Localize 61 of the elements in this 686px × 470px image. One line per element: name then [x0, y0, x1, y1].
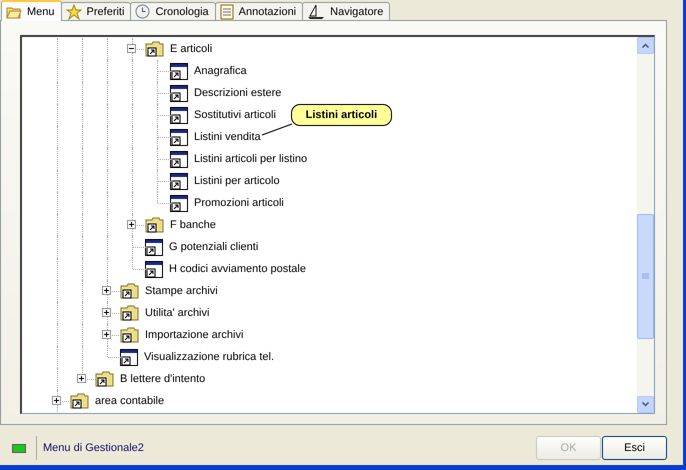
window-shortcut-icon [170, 62, 188, 80]
window-shortcut-icon [170, 84, 188, 102]
callout: Listini articoli [290, 104, 392, 126]
expand-toggle[interactable] [102, 286, 111, 295]
folder-shortcut-icon [95, 371, 114, 387]
tree-item[interactable]: H codici avviamento postale [169, 263, 306, 275]
clock-icon [135, 4, 150, 19]
expand-toggle[interactable] [52, 396, 61, 405]
sailboat-icon [307, 4, 326, 20]
star-icon [66, 4, 82, 20]
status-indicator-icon [12, 444, 26, 452]
tab[interactable]: Cronologia [130, 2, 216, 21]
window-shortcut-icon [120, 348, 138, 366]
folder-shortcut-icon [120, 327, 139, 343]
tree-item[interactable]: Utilita' archivi [145, 307, 210, 319]
tree-item[interactable]: Sostitutivi articoli [194, 109, 276, 121]
leader-line [260, 123, 293, 137]
chevron-up-icon [642, 43, 649, 48]
tree-item[interactable]: E articoli [170, 43, 212, 55]
expand-toggle[interactable] [127, 220, 136, 229]
tab[interactable]: Navigatore [302, 2, 390, 21]
folder-icon [6, 4, 22, 18]
window-shortcut-icon [145, 260, 163, 278]
tab[interactable]: Preferiti [60, 2, 132, 21]
expand-toggle[interactable] [127, 44, 136, 53]
tab[interactable]: Menu [1, 0, 62, 21]
window-shortcut-icon [170, 106, 188, 124]
tree-item[interactable]: Descrizioni estere [194, 87, 282, 99]
window-shortcut-icon [170, 150, 188, 168]
scroll-down-button[interactable] [637, 396, 654, 413]
expand-toggle[interactable] [102, 330, 111, 339]
tree-item[interactable]: Stampe archivi [145, 285, 218, 297]
dialog-button[interactable]: Esci [602, 436, 667, 460]
window-shortcut-icon [170, 172, 188, 190]
window-shortcut-icon [170, 194, 188, 212]
tree-item[interactable]: F banche [170, 219, 216, 231]
window-shortcut-icon [145, 238, 163, 256]
chevron-down-icon [642, 402, 649, 407]
grip-icon [642, 273, 649, 280]
folder-shortcut-icon [120, 283, 139, 299]
clipboard-icon [220, 4, 234, 20]
scroll-up-button[interactable] [637, 37, 654, 54]
scrollbar-thumb[interactable] [637, 214, 654, 339]
folder-shortcut-icon [145, 41, 164, 57]
tree-item[interactable]: Anagrafica [194, 65, 247, 77]
tree-item[interactable]: Importazione archivi [145, 329, 244, 341]
folder-shortcut-icon [120, 305, 139, 321]
tab[interactable]: Annotazioni [214, 2, 304, 21]
tree-item[interactable]: B lettere d'intento [120, 373, 206, 385]
tree-item[interactable]: Listini articoli per listino [194, 153, 308, 165]
status-text: Menu di Gestionale2 [43, 442, 145, 454]
expand-toggle[interactable] [77, 374, 86, 383]
expand-toggle[interactable] [102, 308, 111, 317]
tree-item[interactable]: Promozioni articoli [194, 197, 284, 209]
folder-shortcut-icon [70, 393, 89, 409]
tree-item[interactable]: G potenziali clienti [169, 241, 258, 253]
tree-item[interactable]: Listini per articolo [194, 175, 280, 187]
folder-shortcut-icon [145, 217, 164, 233]
tree-item[interactable]: area contabile [95, 395, 164, 407]
window-shortcut-icon [170, 128, 188, 146]
tree-item[interactable]: Visualizzazione rubrica tel. [144, 351, 274, 363]
